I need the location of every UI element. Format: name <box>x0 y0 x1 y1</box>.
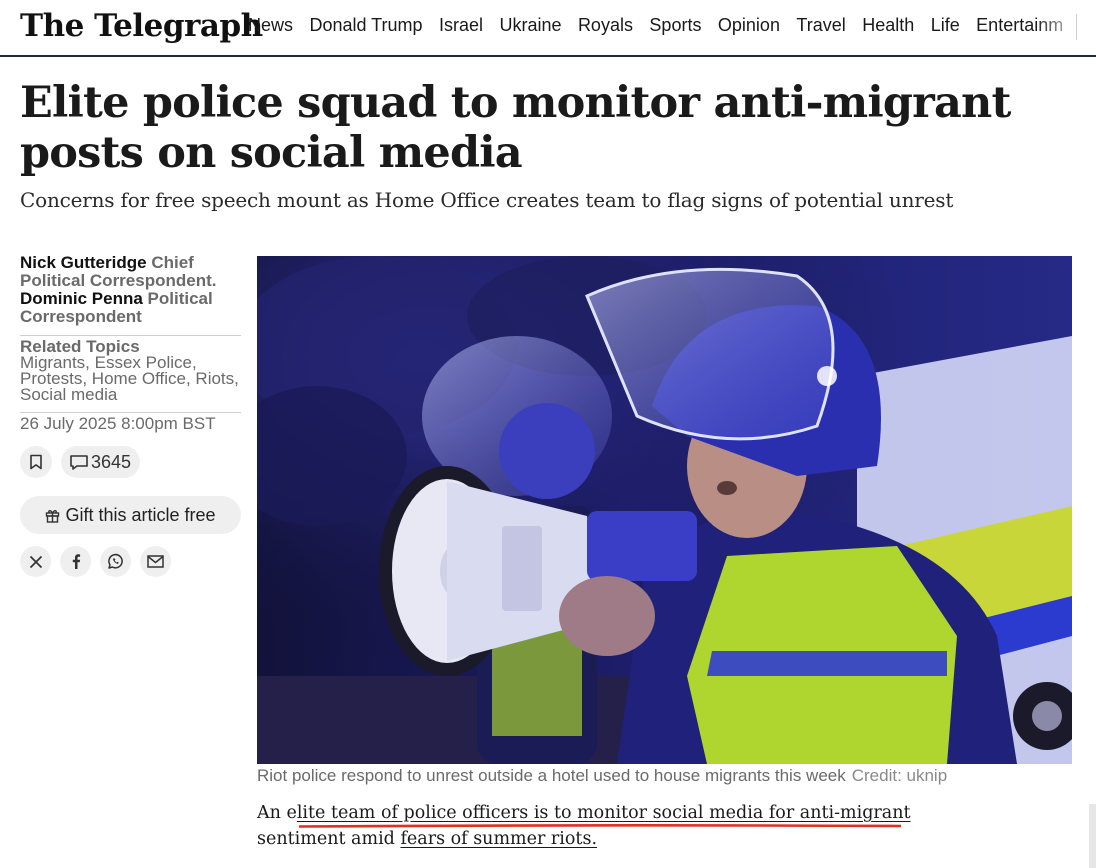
caption-text: Riot police respond to unrest outside a … <box>257 766 846 785</box>
scrollbar[interactable] <box>1089 804 1096 868</box>
nav-item-health[interactable]: Health <box>862 15 914 36</box>
comments-button[interactable]: 3645 <box>61 446 141 478</box>
publish-date: 26 July 2025 8:00pm BST <box>20 414 216 433</box>
nav-item-ukraine[interactable]: Ukraine <box>499 15 561 36</box>
bookmark-icon <box>30 454 42 470</box>
nav-item-opinion[interactable]: Opinion <box>718 15 780 36</box>
photo-caption: Riot police respond to unrest outside a … <box>257 766 947 786</box>
x-icon <box>29 555 42 568</box>
site-header: The Telegraph News Donald Trump Israel U… <box>0 0 1096 57</box>
nav-item-israel[interactable]: Israel <box>439 15 483 36</box>
divider <box>20 335 241 336</box>
body-text: An e <box>257 803 297 823</box>
nav-item-travel[interactable]: Travel <box>796 15 845 36</box>
comment-count: 3645 <box>91 451 132 472</box>
article-actions: 3645 <box>20 446 241 478</box>
red-annotation-underline <box>299 824 901 828</box>
share-whatsapp-button[interactable] <box>100 546 131 577</box>
gift-article-button[interactable]: Gift this article free <box>20 496 241 534</box>
author-name[interactable]: Nick Gutteridge <box>20 253 147 272</box>
nav-item-royals[interactable]: Royals <box>578 15 633 36</box>
gift-article-label: Gift this article free <box>65 504 216 525</box>
share-facebook-button[interactable] <box>60 546 91 577</box>
share-x-button[interactable] <box>20 546 51 577</box>
email-icon <box>147 555 164 568</box>
byline: Nick Gutteridge Chief Political Correspo… <box>20 254 241 326</box>
share-email-button[interactable] <box>140 546 171 577</box>
body-link[interactable]: lite team of police officers is to monit… <box>297 803 911 823</box>
related-topics-list[interactable]: Migrants, Essex Police, Protests, Home O… <box>20 354 241 403</box>
body-link[interactable]: fears of summer riots. <box>400 829 597 849</box>
photo-credit: Credit: uknip <box>851 766 948 785</box>
facebook-icon <box>72 554 80 569</box>
divider <box>20 412 241 413</box>
nav-item-donald-trump[interactable]: Donald Trump <box>309 15 422 36</box>
body-text: sentiment amid <box>257 829 401 849</box>
nav-item-life[interactable]: Life <box>931 15 960 36</box>
whatsapp-icon <box>108 553 123 569</box>
site-logo[interactable]: The Telegraph <box>20 8 263 44</box>
main-nav: News Donald Trump Israel Ukraine Royals … <box>248 15 1075 36</box>
article-meta: Nick Gutteridge Chief Political Correspo… <box>20 254 241 577</box>
riot-police-illustration <box>257 256 1072 764</box>
nav-divider <box>1076 14 1077 40</box>
nav-fade-overlay <box>1036 0 1096 55</box>
nav-item-news[interactable]: News <box>248 15 293 36</box>
comment-icon <box>70 454 88 470</box>
gift-icon <box>46 509 60 523</box>
nav-item-sports[interactable]: Sports <box>649 15 701 36</box>
bookmark-button[interactable] <box>20 446 52 478</box>
author-name[interactable]: Dominic Penna <box>20 289 143 308</box>
share-bar <box>20 546 241 577</box>
article-standfirst: Concerns for free speech mount as Home O… <box>20 188 954 212</box>
article-headline: Elite police squad to monitor anti-migra… <box>20 78 1011 178</box>
article-photo[interactable] <box>257 256 1072 764</box>
